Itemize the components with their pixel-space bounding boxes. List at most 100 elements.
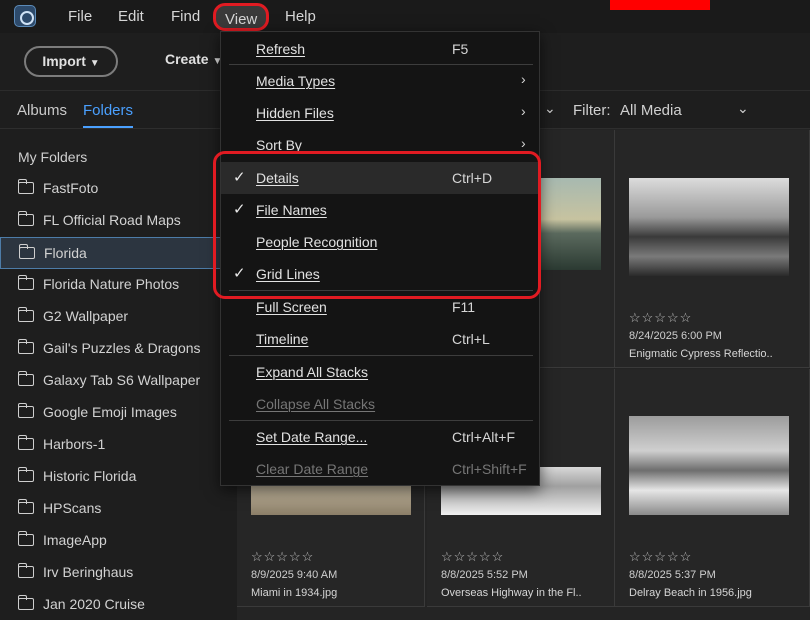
folder-item[interactable]: Gail's Puzzles & Dragons [0,333,237,365]
folder-item[interactable]: Irv Beringhaus [0,557,237,589]
tab-folders[interactable]: Folders [83,102,134,128]
menu-file[interactable]: File [68,0,92,33]
folder-icon [17,467,34,482]
folder-icon [17,371,34,386]
folder-item[interactable]: Galaxy Tab S6 Wallpaper [0,365,237,397]
folder-label: Jan 2020 Cruise [43,596,145,612]
menu-item-shortcut: Ctrl+Shift+F [452,461,527,477]
file-name: Delray Beach in 1956.jpg [629,587,752,599]
folder-label: Gail's Puzzles & Dragons [43,340,201,356]
import-button[interactable]: Import ▼ [24,46,118,77]
menu-item-label: Media Types [256,73,336,89]
folder-label: Florida Nature Photos [43,276,180,292]
folder-icon [17,179,34,194]
file-name: Enigmatic Cypress Reflectio.. [629,348,773,360]
folder-item[interactable]: HPScans [0,493,237,525]
menu-item-collapse-all-stacks: Collapse All Stacks [221,388,541,420]
star-rating[interactable]: ☆☆☆☆☆ [441,549,504,565]
folder-icon [17,211,34,226]
folder-label: Florida [44,245,87,261]
folder-item[interactable]: G2 Wallpaper [0,301,237,333]
folder-icon [17,339,34,354]
folder-item[interactable]: Florida Nature Photos [0,269,237,301]
menu-view[interactable]: View [213,3,270,31]
menu-item-label: Collapse All Stacks [256,396,376,412]
folder-label: Harbors-1 [43,436,106,452]
tab-albums[interactable]: Albums [17,102,67,119]
folder-item[interactable]: Harbors-1 [0,429,237,461]
menu-item-shortcut: F11 [452,299,476,315]
folder-icon [17,307,34,322]
menu-item-label: Timeline [256,331,309,347]
folder-label: FL Official Road Maps [43,212,181,228]
star-rating[interactable]: ☆☆☆☆☆ [629,310,692,326]
menu-item-expand-all-stacks[interactable]: Expand All Stacks [221,356,541,388]
folder-icon [17,531,34,546]
menu-find[interactable]: Find [171,0,200,33]
folder-item[interactable]: ImageApp [0,525,237,557]
menu-edit[interactable]: Edit [118,0,144,33]
chevron-right-icon: › [521,103,526,119]
menu-help[interactable]: Help [285,0,316,33]
folder-label: FastFoto [43,180,99,196]
star-rating[interactable]: ☆☆☆☆☆ [251,549,314,565]
folder-icon [17,595,34,610]
file-name: Overseas Highway in the Fl.. [441,587,582,599]
menu-item-shortcut: Ctrl+L [452,331,490,347]
folder-item[interactable]: FL Official Road Maps [0,205,237,237]
menu-item-refresh[interactable]: Refresh F5 [221,33,541,65]
folder-label: ImageApp [43,532,107,548]
folder-icon [17,275,34,290]
menu-item-label: Clear Date Range [256,461,369,477]
star-rating[interactable]: ☆☆☆☆☆ [629,549,692,565]
chevron-right-icon: › [521,135,526,151]
menu-item-set-date-range[interactable]: Set Date Range... Ctrl+Alt+F [221,421,541,453]
filter-select[interactable]: All Media [620,102,682,119]
redaction-bar [610,0,710,10]
folder-icon [17,435,34,450]
folder-icon [17,499,34,514]
folder-item[interactable]: Jan 2020 Cruise [0,589,237,620]
thumbnail-image [629,416,789,515]
folder-label: HPScans [43,500,102,516]
menu-item-label: Refresh [256,41,306,57]
folder-label: Historic Florida [43,468,137,484]
media-tile[interactable]: ☆☆☆☆☆ 8/24/2025 6:00 PM Enigmatic Cypres… [615,130,810,368]
folder-icon [18,244,35,259]
panel-tabs: Albums Folders [0,91,237,129]
section-title: My Folders [18,149,88,165]
menu-item-hidden-files[interactable]: Hidden Files › [221,97,541,129]
media-date: 8/24/2025 6:00 PM [629,330,722,342]
chevron-down-icon[interactable]: ⌄ [737,100,749,117]
chevron-down-icon: ▼ [89,58,100,69]
thumbnail-image [629,178,789,276]
filter-label: Filter: [573,102,611,119]
folder-item[interactable]: FastFoto [0,173,237,205]
left-panel: Albums Folders My Folders FastFoto FL Of… [0,91,237,620]
highlight-annotation [213,151,541,299]
folder-label: Irv Beringhaus [43,564,134,580]
folder-icon [17,403,34,418]
folder-item-selected[interactable]: Florida [0,237,237,269]
media-date: 8/8/2025 5:37 PM [629,569,716,581]
menu-item-clear-date-range: Clear Date Range Ctrl+Shift+F [221,453,541,485]
menu-item-label: Full Screen [256,299,327,315]
menu-item-timeline[interactable]: Timeline Ctrl+L [221,323,541,355]
create-button[interactable]: Create ▼ [165,51,222,67]
menu-item-label: Hidden Files [256,105,334,121]
menubar: File Edit Find View Help [0,0,810,33]
menu-item-label: Set Date Range... [256,429,368,445]
media-tile[interactable]: ☆☆☆☆☆ 8/8/2025 5:37 PM Delray Beach in 1… [615,369,810,607]
menu-item-media-types[interactable]: Media Types › [221,65,541,97]
chevron-down-icon[interactable]: ⌄ [544,100,556,117]
media-date: 8/9/2025 9:40 AM [251,569,338,581]
create-label: Create [165,51,209,67]
folder-label: G2 Wallpaper [43,308,129,324]
app-logo-icon [14,5,36,27]
folder-item[interactable]: Google Emoji Images [0,397,237,429]
menu-item-shortcut: F5 [452,41,469,57]
file-name: Miami in 1934.jpg [251,587,338,599]
folder-icon [17,563,34,578]
menu-item-label: Expand All Stacks [256,364,369,380]
folder-item[interactable]: Historic Florida [0,461,237,493]
